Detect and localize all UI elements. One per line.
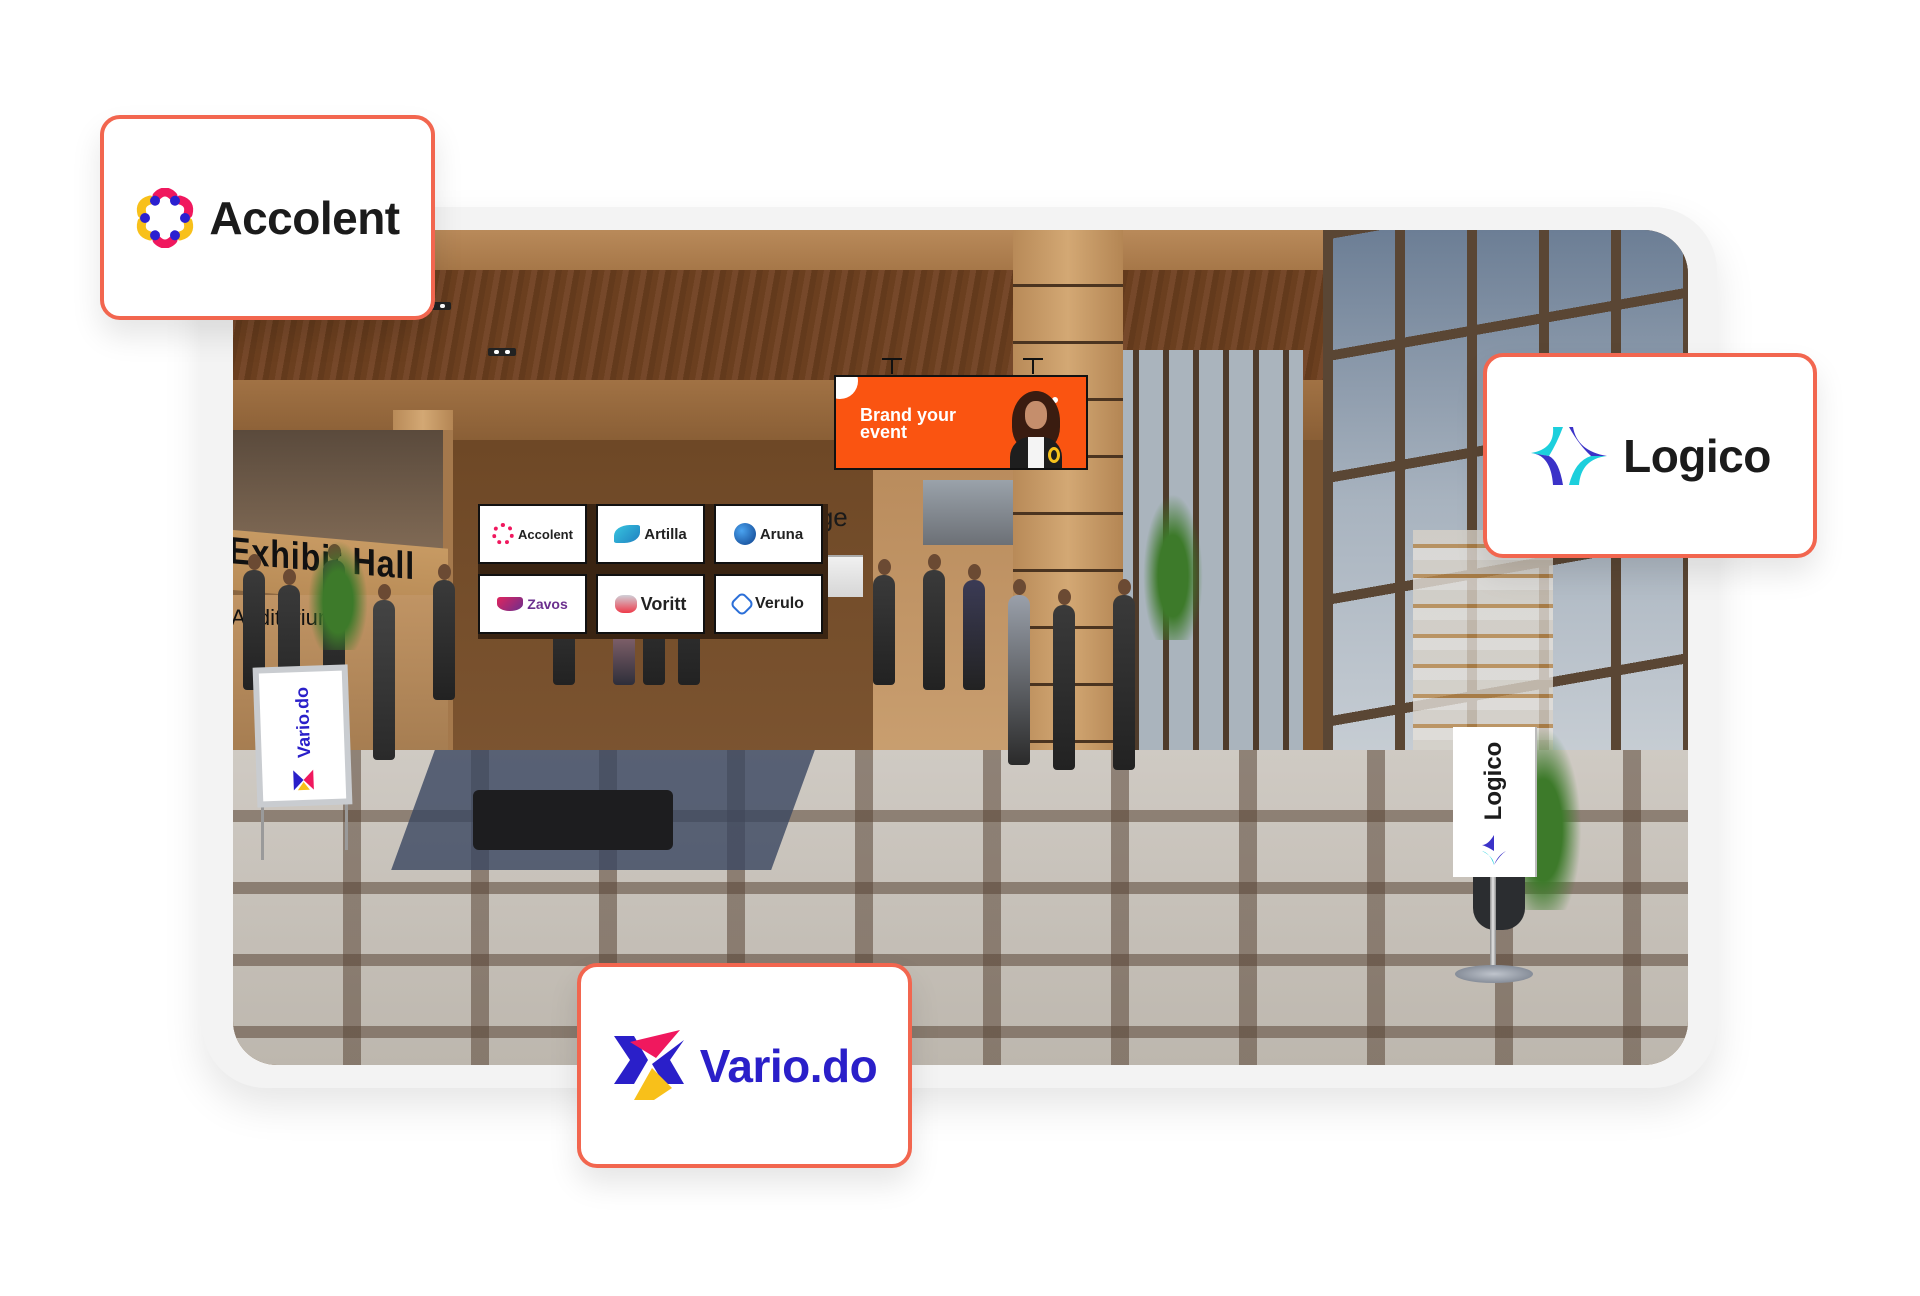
zavos-logo-icon bbox=[497, 597, 524, 611]
banner-logo-icon bbox=[1048, 447, 1060, 463]
sofa bbox=[473, 790, 673, 850]
logico-sign-text: Logico bbox=[1480, 741, 1507, 821]
attendee bbox=[923, 554, 945, 690]
sponsor-tile[interactable]: Accolent bbox=[478, 504, 587, 564]
sponsor-name: Voritt bbox=[640, 593, 687, 614]
sponsor-tile[interactable]: Verulo bbox=[714, 574, 823, 634]
attendee bbox=[1053, 589, 1075, 770]
accolent-card[interactable]: Accolent bbox=[100, 115, 435, 320]
sponsor-tile[interactable]: Zavos bbox=[478, 574, 587, 634]
banner-headline: Brand your event bbox=[860, 406, 990, 442]
sponsor-name: Accolent bbox=[518, 526, 573, 542]
vario-name: Vario.do bbox=[699, 1039, 878, 1092]
potted-plant bbox=[303, 530, 373, 650]
sponsor-name: Artilla bbox=[644, 525, 687, 543]
sponsor-tile[interactable]: Artilla bbox=[596, 504, 705, 564]
voritt-logo-icon bbox=[614, 595, 637, 613]
sponsor-tile[interactable]: Aruna bbox=[714, 504, 823, 564]
banner-hanger bbox=[1023, 358, 1043, 374]
aruna-globe-icon bbox=[733, 523, 756, 545]
vario-logo-icon bbox=[293, 769, 314, 791]
banner-portrait bbox=[1006, 391, 1066, 468]
sign-leg bbox=[261, 800, 264, 860]
vario-standing-sign[interactable]: Vario.do bbox=[252, 664, 353, 808]
attendee bbox=[1008, 579, 1030, 765]
sponsor-tile[interactable]: Voritt bbox=[596, 574, 705, 634]
sponsor-logo-wall: Accolent Artilla Aruna Zavos Voritt Veru… bbox=[478, 504, 828, 639]
attendee bbox=[963, 564, 985, 690]
banner-hanger bbox=[882, 358, 902, 374]
accolent-logo-icon bbox=[137, 187, 194, 248]
vario-logo-icon bbox=[613, 1029, 684, 1100]
sponsor-name: Aruna bbox=[759, 525, 804, 543]
banner-line-2: event bbox=[860, 422, 908, 442]
logico-standing-sign[interactable]: Logico bbox=[1453, 727, 1535, 877]
vario-sign-text: Vario.do bbox=[291, 686, 315, 759]
attendee bbox=[873, 559, 895, 685]
plant-pot bbox=[1473, 870, 1525, 930]
banner-decor-circle bbox=[836, 377, 858, 399]
artilla-logo-icon bbox=[614, 525, 641, 543]
logico-logo-icon bbox=[1531, 426, 1608, 485]
brand-your-event-banner[interactable]: Brand your event bbox=[834, 375, 1088, 470]
accolent-name: Accolent bbox=[209, 191, 400, 244]
sign-base bbox=[1455, 965, 1533, 983]
logico-logo-icon bbox=[1482, 835, 1506, 865]
sponsor-name: Verulo bbox=[755, 595, 804, 612]
accolent-logo-icon bbox=[492, 523, 515, 545]
attendee bbox=[373, 584, 395, 760]
verulo-star-icon bbox=[729, 591, 755, 617]
sponsor-name: Zavos bbox=[527, 596, 568, 612]
attendee bbox=[433, 564, 455, 700]
ceiling-light-icon bbox=[488, 348, 516, 356]
logico-name: Logico bbox=[1623, 429, 1771, 482]
vario-card[interactable]: Vario.do bbox=[577, 963, 912, 1168]
virtual-lobby-scene: Exhibit Hall Auditorium Lounge Info Acco… bbox=[233, 230, 1688, 1065]
potted-plant bbox=[1138, 480, 1208, 640]
logico-card[interactable]: Logico bbox=[1483, 353, 1817, 558]
attendee bbox=[1113, 579, 1135, 770]
sign-leg bbox=[345, 800, 348, 850]
sign-pole bbox=[1490, 877, 1496, 972]
